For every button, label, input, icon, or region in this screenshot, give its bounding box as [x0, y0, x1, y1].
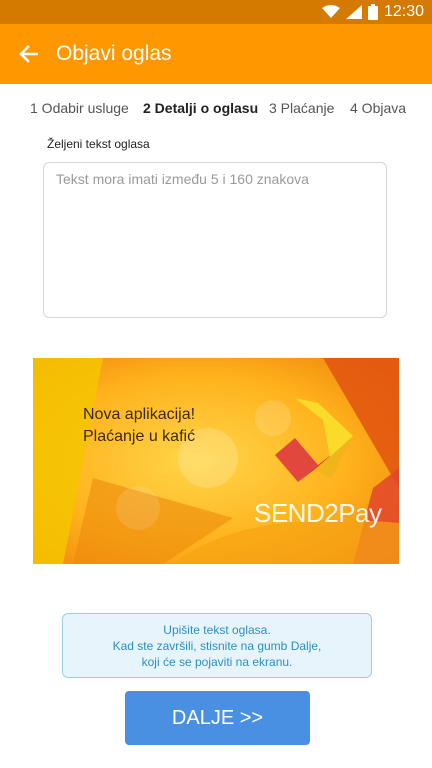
step-3: 3 Plaćanje	[269, 100, 335, 116]
promo-banner[interactable]: Nova aplikacija! Plaćanje u kafić SEND2P…	[33, 358, 399, 564]
instruction-line-2: Kad ste završili, stisnite na gumb Dalje…	[112, 638, 322, 653]
status-time: 12:30	[383, 3, 424, 20]
back-button[interactable]	[0, 24, 56, 84]
step-2-active: 2 Detalji o oglasu	[143, 100, 259, 116]
instructions-box: Upišite tekst oglasa. Kad ste završili, …	[62, 613, 372, 678]
status-bar: 12:30	[0, 0, 432, 24]
step-1: 1 Odabir usluge	[30, 100, 129, 116]
signal-icon	[345, 5, 362, 19]
page-title: Objavi oglas	[56, 42, 172, 65]
step-4: 4 Objava	[350, 100, 407, 116]
battery-icon	[367, 4, 378, 20]
next-button[interactable]: DALJE >>	[125, 691, 310, 745]
banner-headline: Nova aplikacija! Plaćanje u kafić	[83, 404, 195, 448]
banner-background	[33, 358, 399, 564]
ad-text-label: Željeni tekst oglasa	[47, 137, 150, 151]
step-indicator: 1 Odabir usluge 2 Detalji o oglasu 3 Pla…	[0, 96, 432, 124]
arrow-back-icon	[19, 45, 38, 63]
ad-text-input[interactable]: Tekst mora imati između 5 i 160 znakova	[43, 162, 387, 318]
banner-line-1: Nova aplikacija!	[83, 406, 196, 423]
instruction-line-1: Upišite tekst oglasa.	[163, 622, 271, 637]
banner-brand: SEND2Pay	[254, 498, 382, 528]
status-icons: 12:30	[321, 0, 424, 24]
app-bar: Objavi oglas	[0, 24, 432, 84]
wifi-icon	[321, 5, 340, 18]
banner-line-2: Plaćanje u kafić	[83, 428, 196, 445]
instruction-line-3: koji će se pojaviti na ekranu.	[141, 654, 293, 669]
